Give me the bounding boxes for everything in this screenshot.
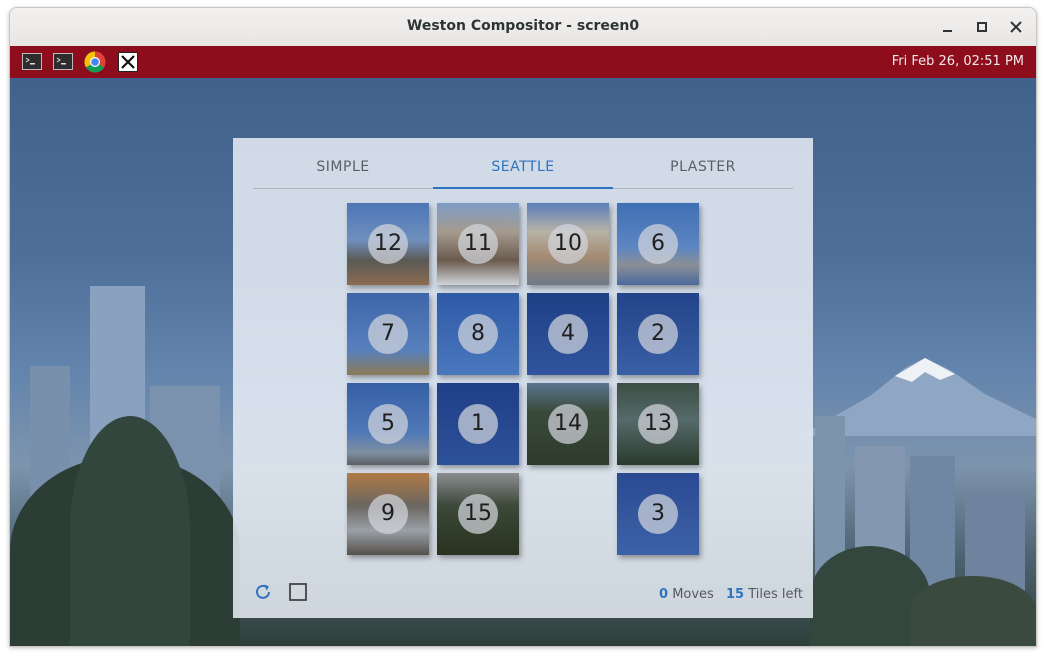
tile-number: 3: [638, 494, 678, 534]
puzzle-tile[interactable]: 7: [347, 293, 429, 375]
puzzle-tile[interactable]: 6: [617, 203, 699, 285]
tile-number: 7: [368, 314, 408, 354]
xterm-launcher[interactable]: [118, 52, 138, 72]
theme-tabs: SIMPLE SEATTLE PLASTER: [253, 138, 793, 189]
terminal-icon: [22, 53, 42, 70]
puzzle-tile[interactable]: 4: [527, 293, 609, 375]
tab-simple[interactable]: SIMPLE: [253, 138, 433, 188]
puzzle-tile[interactable]: 13: [617, 383, 699, 465]
puzzle-tile[interactable]: 10: [527, 203, 609, 285]
tab-plaster[interactable]: PLASTER: [613, 138, 793, 188]
reset-button[interactable]: [253, 582, 273, 606]
top-panel: Fri Feb 26, 02:51 PM: [10, 46, 1036, 78]
tile-number: 8: [458, 314, 498, 354]
tile-number: 11: [458, 224, 498, 264]
terminal-icon: [53, 53, 73, 70]
desktop: Fri Feb 26, 02:51 PM SIMPLE SEATTLE PLAS…: [10, 46, 1036, 646]
tile-number: 6: [638, 224, 678, 264]
minimize-icon: [943, 30, 952, 32]
puzzle-tile[interactable]: 8: [437, 293, 519, 375]
puzzle-tile[interactable]: 15: [437, 473, 519, 555]
chrome-launcher[interactable]: [84, 51, 106, 73]
puzzle-tile[interactable]: 14: [527, 383, 609, 465]
tab-seattle[interactable]: SEATTLE: [433, 138, 613, 189]
puzzle-tile[interactable]: 2: [617, 293, 699, 375]
window-title: Weston Compositor - screen0: [406, 18, 640, 34]
puzzle-tile[interactable]: 5: [347, 383, 429, 465]
maximize-button[interactable]: [971, 16, 993, 38]
terminal-launcher[interactable]: [22, 52, 42, 72]
trees: [910, 576, 1036, 646]
puzzle-tile[interactable]: 9: [347, 473, 429, 555]
moves-value: 0: [659, 587, 669, 602]
puzzle-tile[interactable]: 1: [437, 383, 519, 465]
tiles-left-value: 15: [726, 587, 745, 602]
minimize-button[interactable]: [937, 16, 959, 38]
puzzle-tile[interactable]: 3: [617, 473, 699, 555]
tile-number: 14: [548, 404, 588, 444]
moves-label: Moves: [672, 587, 714, 602]
moves-counter: 0 Moves: [659, 587, 714, 602]
toggle-checkbox[interactable]: [289, 583, 307, 605]
trees: [70, 416, 190, 646]
close-icon: [1010, 21, 1022, 33]
terminal-launcher[interactable]: [53, 52, 73, 72]
tiles-left-label: Tiles left: [748, 587, 803, 602]
tile-number: 10: [548, 224, 588, 264]
checkbox-icon: [289, 583, 307, 601]
tile-number: 9: [368, 494, 408, 534]
weston-window: Weston Compositor - screen0 Fri Feb 26, …: [9, 7, 1037, 647]
maximize-icon: [977, 22, 987, 32]
tile-number: 1: [458, 404, 498, 444]
tile-number: 2: [638, 314, 678, 354]
tile-number: 12: [368, 224, 408, 264]
chrome-icon: [84, 51, 106, 73]
title-bar[interactable]: Weston Compositor - screen0: [10, 8, 1036, 47]
puzzle-tile[interactable]: 12: [347, 203, 429, 285]
tile-number: 4: [548, 314, 588, 354]
panel-clock: Fri Feb 26, 02:51 PM: [891, 54, 1024, 69]
tile-number: 5: [368, 404, 408, 444]
puzzle-tile[interactable]: 11: [437, 203, 519, 285]
tile-number: 13: [638, 404, 678, 444]
close-button[interactable]: [1005, 16, 1027, 38]
puzzle-card: SIMPLE SEATTLE PLASTER 12 11 10 6 7 8 4 …: [233, 138, 813, 618]
tiles-left-counter: 15 Tiles left: [726, 587, 803, 602]
x-window-icon: [118, 52, 138, 72]
refresh-icon: [256, 584, 270, 599]
tile-number: 15: [458, 494, 498, 534]
